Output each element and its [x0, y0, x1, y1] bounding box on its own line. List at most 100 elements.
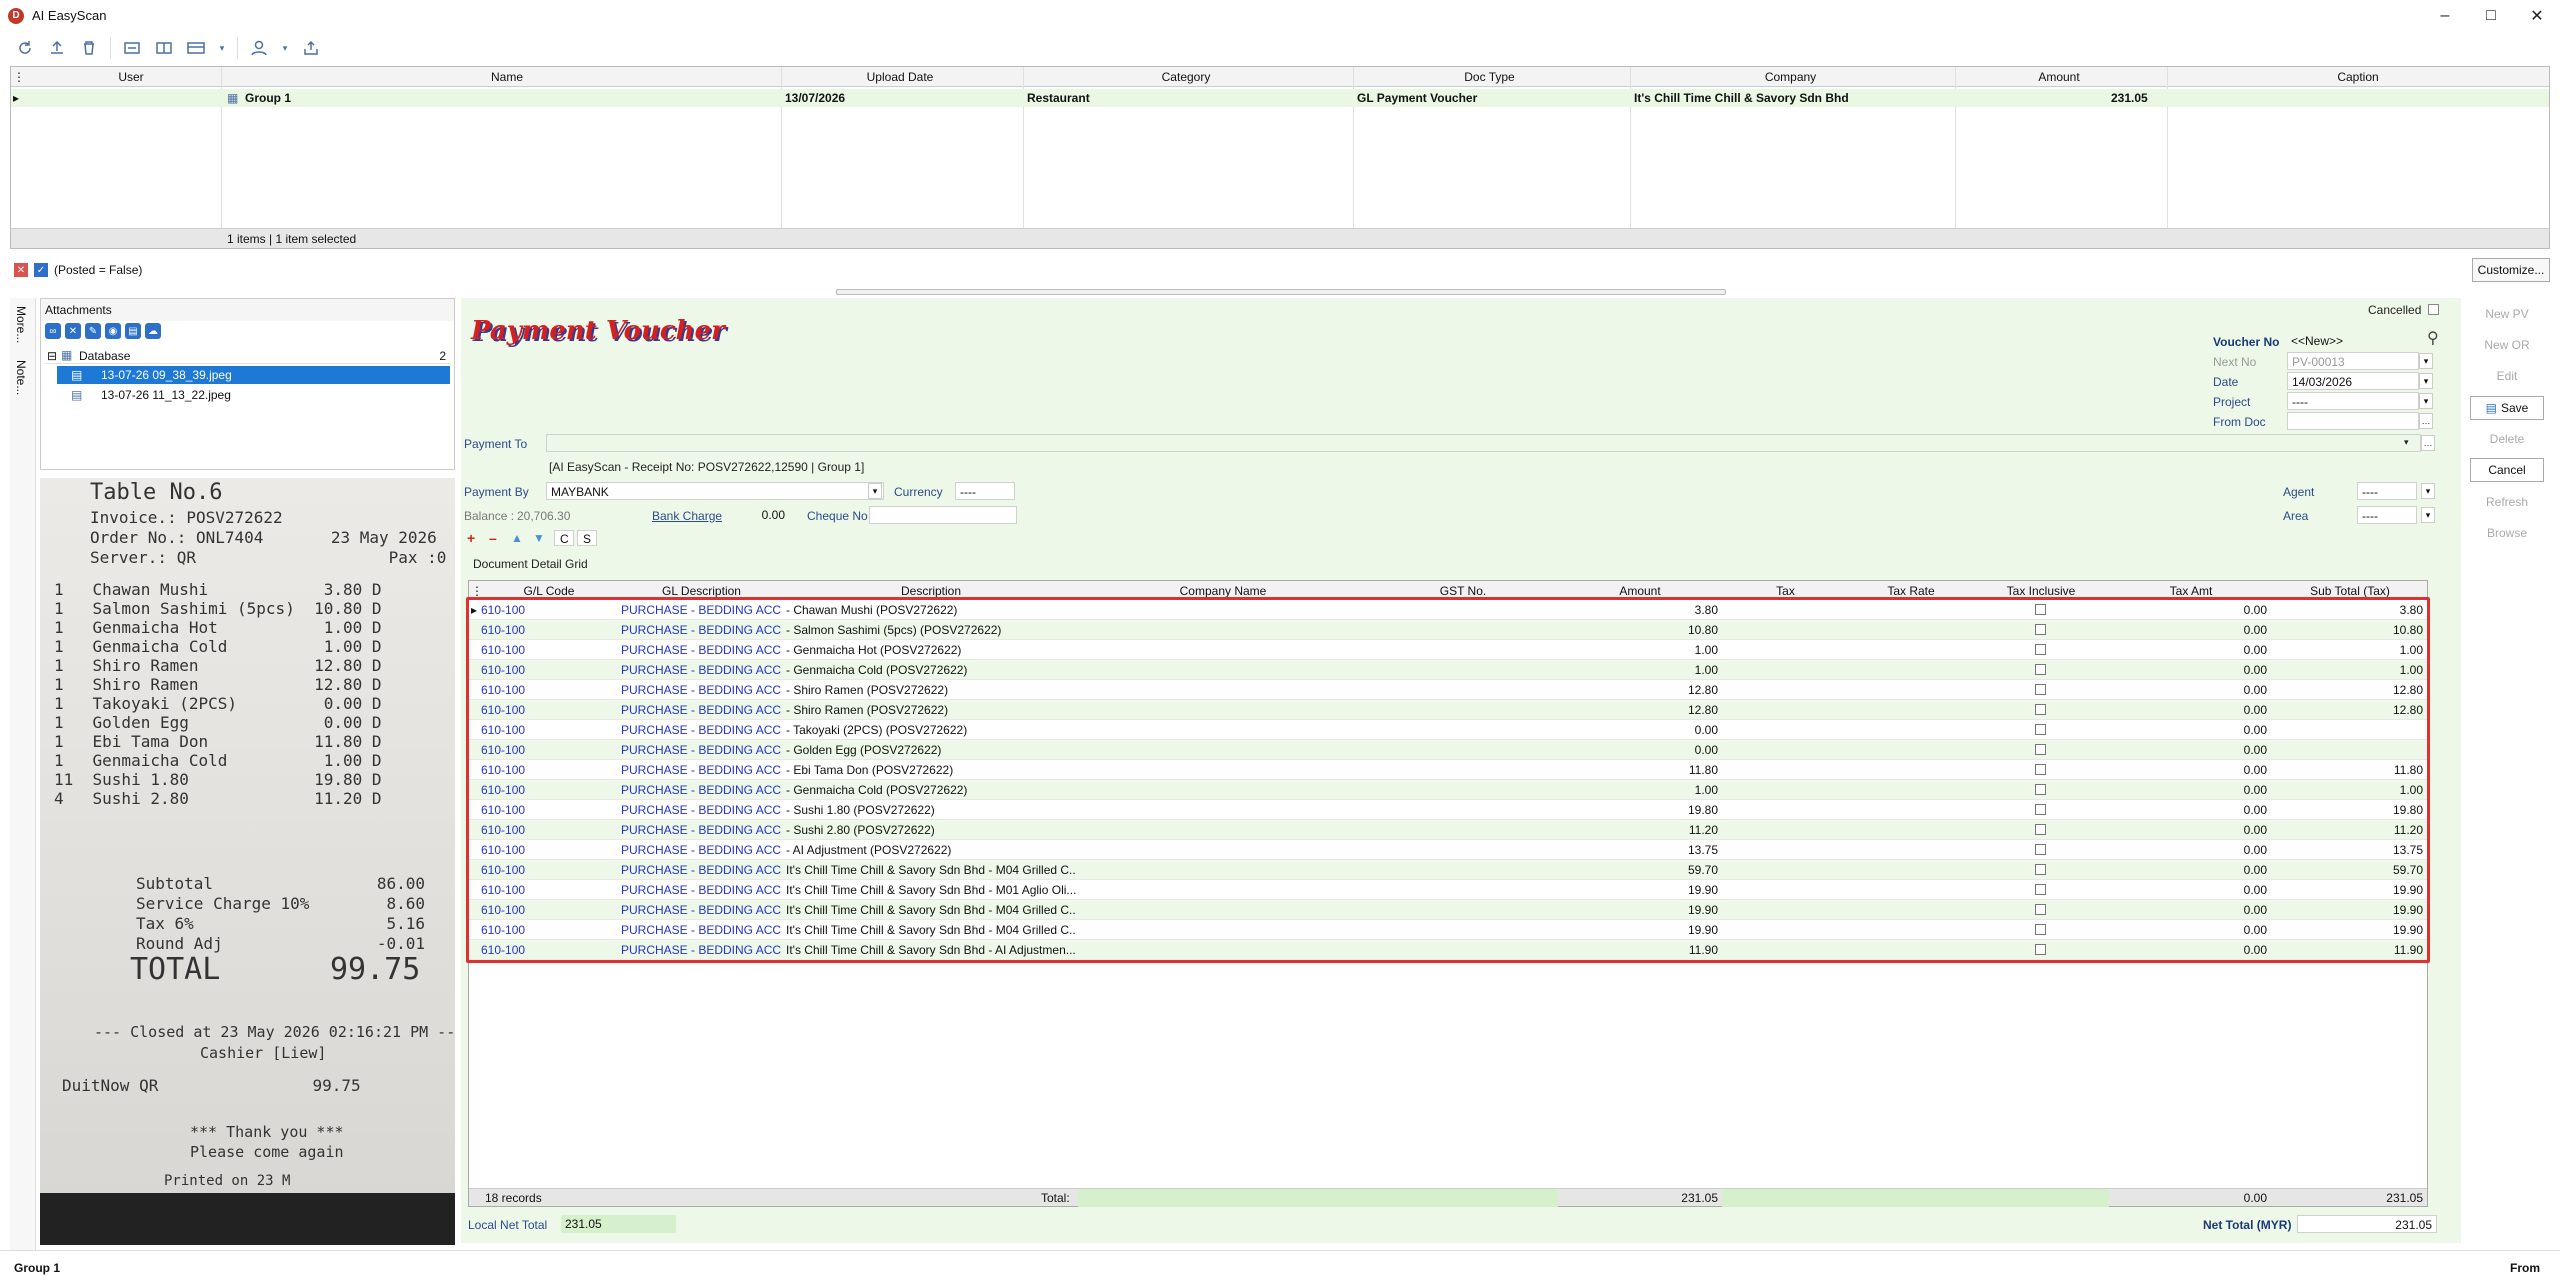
- amount-cell[interactable]: 1.00: [1558, 663, 1718, 677]
- tax-inclusive-checkbox[interactable]: [2035, 704, 2046, 715]
- amount-cell[interactable]: 19.80: [1558, 803, 1718, 817]
- description-cell[interactable]: - Genmaicha Cold (POSV272622): [786, 783, 1076, 797]
- amount-cell[interactable]: 11.90: [1558, 943, 1718, 957]
- table-row[interactable]: ▸ 610-100 PURCHASE - BEDDING ACC... - Chaw…: [469, 600, 2427, 620]
- amount-cell[interactable]: 19.90: [1558, 883, 1718, 897]
- description-cell[interactable]: It's Chill Time Chill & Savory Sdn Bhd -…: [786, 883, 1076, 897]
- table-row[interactable]: 610-100 PURCHASE - BEDDING ACC... - AI Ad…: [469, 840, 2427, 860]
- voucher-no-field[interactable]: <<New>>: [2287, 332, 2397, 350]
- gl-code-cell[interactable]: 610-100: [481, 883, 615, 897]
- gl-code-cell[interactable]: 610-100: [481, 603, 615, 617]
- new-or-button[interactable]: New OR: [2470, 333, 2544, 357]
- sub-total-cell[interactable]: 19.90: [2273, 903, 2423, 917]
- col-company-name[interactable]: Company Name: [1078, 584, 1368, 598]
- col-tax-amt[interactable]: Tax Amt: [2109, 584, 2273, 598]
- merge-icon[interactable]: [121, 37, 143, 59]
- edit-icon[interactable]: ✎: [85, 323, 101, 339]
- refresh-button[interactable]: Refresh: [2470, 490, 2544, 514]
- close-icon[interactable]: ✕: [2514, 0, 2560, 31]
- gl-description-cell[interactable]: PURCHASE - BEDDING ACC...: [621, 783, 781, 797]
- col-user[interactable]: User: [51, 70, 211, 84]
- table-row[interactable]: 610-100 PURCHASE - BEDDING ACC... - Genma…: [469, 660, 2427, 680]
- description-cell[interactable]: It's Chill Time Chill & Savory Sdn Bhd -…: [786, 903, 1076, 917]
- layout-dropdown-icon[interactable]: ▾: [217, 37, 227, 59]
- customize-button[interactable]: Customize...: [2472, 258, 2550, 282]
- link-icon[interactable]: ∞: [45, 323, 61, 339]
- gl-description-cell[interactable]: PURCHASE - BEDDING ACC...: [621, 603, 781, 617]
- tax-inclusive-checkbox[interactable]: [2035, 624, 2046, 635]
- payment-to-more-icon[interactable]: …: [2421, 435, 2435, 451]
- next-no-dropdown-icon[interactable]: ▾: [2419, 353, 2433, 369]
- maximize-icon[interactable]: □: [2468, 0, 2514, 31]
- next-no-field[interactable]: PV-00013: [2287, 352, 2419, 370]
- tax-inclusive-checkbox[interactable]: [2035, 644, 2046, 655]
- sub-total-cell[interactable]: 12.80: [2273, 683, 2423, 697]
- cancelled-checkbox[interactable]: [2428, 304, 2439, 315]
- table-row[interactable]: 610-100 PURCHASE - BEDDING ACC... - Shiro…: [469, 680, 2427, 700]
- area-dropdown-icon[interactable]: ▾: [2421, 507, 2435, 523]
- panel-splitter[interactable]: [836, 289, 1726, 295]
- tax-amt-cell[interactable]: 0.00: [2109, 663, 2267, 677]
- description-cell[interactable]: - Sushi 1.80 (POSV272622): [786, 803, 1076, 817]
- col-tax-inclusive[interactable]: Tax Inclusive: [1973, 584, 2109, 598]
- sub-total-cell[interactable]: 19.90: [2273, 923, 2423, 937]
- browse-button[interactable]: Browse: [2470, 521, 2544, 545]
- refresh-icon[interactable]: [14, 37, 36, 59]
- view-icon[interactable]: ◉: [105, 323, 121, 339]
- table-row[interactable]: ▸ ▦ Group 1 13/07/2026 Restaurant GL Pay…: [11, 89, 2549, 107]
- description-cell[interactable]: - Golden Egg (POSV272622): [786, 743, 1076, 757]
- gl-code-cell[interactable]: 610-100: [481, 943, 615, 957]
- sub-total-cell[interactable]: 19.90: [2273, 883, 2423, 897]
- gl-description-cell[interactable]: PURCHASE - BEDDING ACC...: [621, 643, 781, 657]
- gl-description-cell[interactable]: PURCHASE - BEDDING ACC...: [621, 743, 781, 757]
- tax-inclusive-checkbox[interactable]: [2035, 824, 2046, 835]
- description-cell[interactable]: - Salmon Sashimi (5pcs) (POSV272622): [786, 623, 1076, 637]
- col-description[interactable]: Description: [784, 584, 1078, 598]
- table-row[interactable]: 610-100 PURCHASE - BEDDING ACC... - Golde…: [469, 740, 2427, 760]
- tax-inclusive-checkbox[interactable]: [2035, 804, 2046, 815]
- description-cell[interactable]: - Shiro Ramen (POSV272622): [786, 703, 1076, 717]
- tax-inclusive-checkbox[interactable]: [2035, 844, 2046, 855]
- table-row[interactable]: 610-100 PURCHASE - BEDDING ACC... - Takoy…: [469, 720, 2427, 740]
- gl-description-cell[interactable]: PURCHASE - BEDDING ACC...: [621, 703, 781, 717]
- delete-attachment-icon[interactable]: ✕: [65, 323, 81, 339]
- cloud-upload-icon[interactable]: ☁: [145, 323, 161, 339]
- amount-cell[interactable]: 11.20: [1558, 823, 1718, 837]
- clear-filter-icon[interactable]: ✕: [14, 263, 28, 277]
- tax-amt-cell[interactable]: 0.00: [2109, 883, 2267, 897]
- tax-amt-cell[interactable]: 0.00: [2109, 703, 2267, 717]
- minimize-icon[interactable]: –: [2422, 0, 2468, 31]
- tax-amt-cell[interactable]: 0.00: [2109, 943, 2267, 957]
- gl-description-cell[interactable]: PURCHASE - BEDDING ACC...: [621, 943, 781, 957]
- attachment-file[interactable]: ▤ 13-07-26 09_38_39.jpeg: [57, 366, 450, 384]
- filter-enabled-checkbox[interactable]: ✓: [34, 263, 48, 277]
- grid-s-button[interactable]: S: [577, 530, 597, 546]
- tax-amt-cell[interactable]: 0.00: [2109, 803, 2267, 817]
- col-doc-type[interactable]: Doc Type: [1351, 70, 1628, 84]
- table-row[interactable]: 610-100 PURCHASE - BEDDING ACC... It's Chi…: [469, 920, 2427, 940]
- project-field[interactable]: ----: [2287, 392, 2419, 410]
- tab-note[interactable]: Note...: [14, 360, 28, 395]
- gl-code-cell[interactable]: 610-100: [481, 843, 615, 857]
- sub-total-cell[interactable]: 1.00: [2273, 643, 2423, 657]
- delete-button[interactable]: Delete: [2470, 427, 2544, 451]
- gl-description-cell[interactable]: PURCHASE - BEDDING ACC...: [621, 803, 781, 817]
- description-cell[interactable]: - Sushi 2.80 (POSV272622): [786, 823, 1076, 837]
- sub-total-cell[interactable]: 59.70: [2273, 863, 2423, 877]
- grid-c-button[interactable]: C: [554, 530, 574, 546]
- table-row[interactable]: 610-100 PURCHASE - BEDDING ACC... - Sushi…: [469, 800, 2427, 820]
- amount-cell[interactable]: 59.70: [1558, 863, 1718, 877]
- table-row[interactable]: 610-100 PURCHASE - BEDDING ACC... It's Chi…: [469, 940, 2427, 960]
- gl-code-cell[interactable]: 610-100: [481, 763, 615, 777]
- tax-inclusive-checkbox[interactable]: [2035, 744, 2046, 755]
- amount-cell[interactable]: 12.80: [1558, 683, 1718, 697]
- split-icon[interactable]: [153, 37, 175, 59]
- table-row[interactable]: 610-100 PURCHASE - BEDDING ACC... It's Chi…: [469, 880, 2427, 900]
- tax-amt-cell[interactable]: 0.00: [2109, 743, 2267, 757]
- col-amount[interactable]: Amount: [1953, 70, 2165, 84]
- description-cell[interactable]: - Genmaicha Hot (POSV272622): [786, 643, 1076, 657]
- description-cell[interactable]: - Ebi Tama Don (POSV272622): [786, 763, 1076, 777]
- gl-code-cell[interactable]: 610-100: [481, 743, 615, 757]
- col-category[interactable]: Category: [1021, 70, 1351, 84]
- amount-cell[interactable]: 19.90: [1558, 903, 1718, 917]
